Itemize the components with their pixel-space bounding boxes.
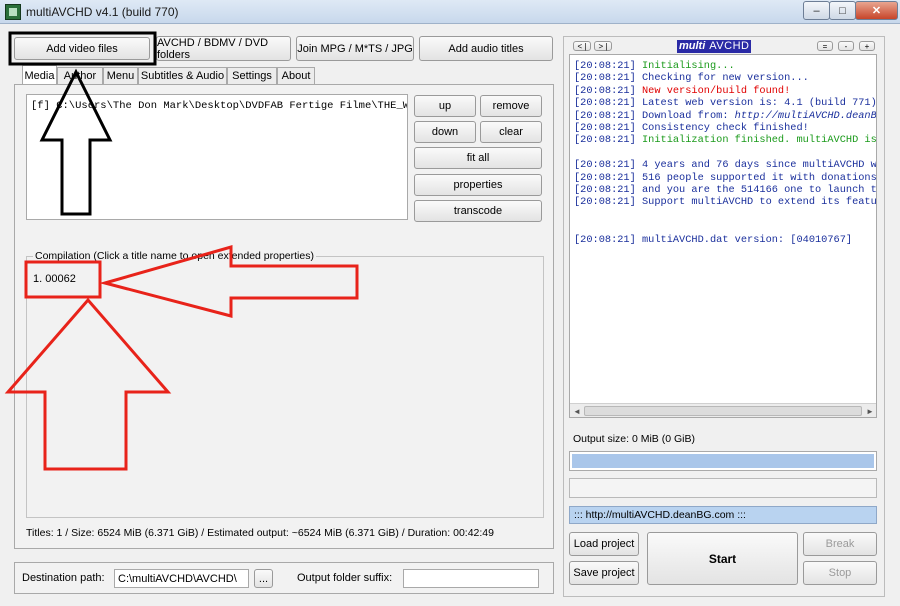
arrow-up-black [39, 68, 113, 216]
highlight-box-black [8, 31, 157, 66]
highlight-box-red [24, 260, 102, 299]
arrow-left-red [99, 245, 359, 318]
arrow-up-red [4, 297, 172, 471]
annotation-overlay [4, 31, 359, 471]
